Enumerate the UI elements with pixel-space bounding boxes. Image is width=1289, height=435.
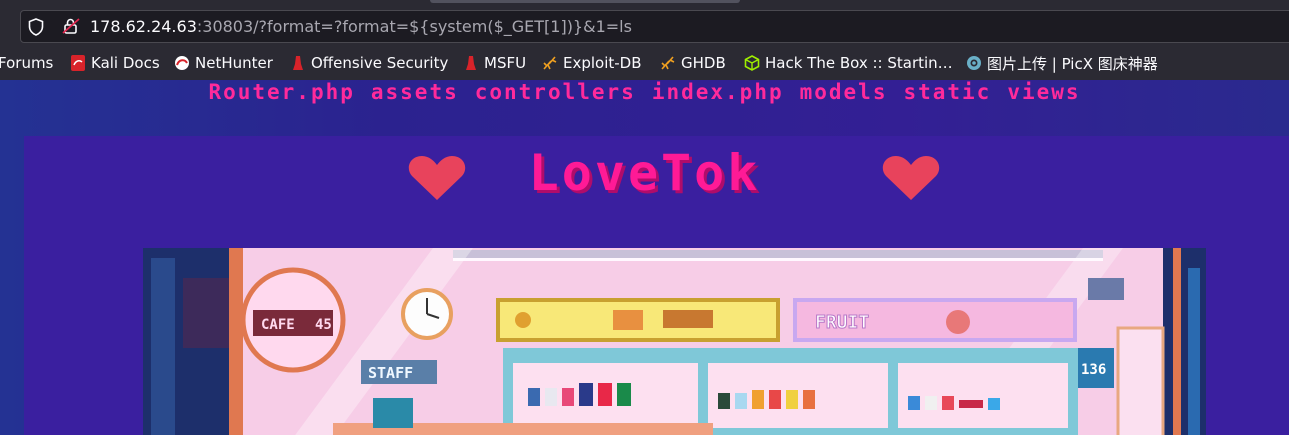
page-content: Router.php assets controllers index.php mode… <box>0 80 1289 435</box>
fruit-sign-text: FRUIT <box>815 312 869 333</box>
kali-docs-icon <box>71 55 85 71</box>
shield-icon[interactable] <box>28 18 44 36</box>
cafe-sign-text: CAFE <box>261 317 295 333</box>
directory-listing-output: Router.php assets controllers index.php mode… <box>0 80 1289 104</box>
tab-edge <box>430 0 740 3</box>
listing-item: assets <box>370 80 459 104</box>
url-path: :30803/?format=?format=${system($_GET[1]… <box>196 17 632 36</box>
bookmark-label: NetHunter <box>195 54 273 72</box>
bookmark-label: 图片上传 | PicX 图床神器 <box>987 54 1158 73</box>
bookmark-label: Offensive Security <box>311 54 449 72</box>
bookmark-hack-the-box[interactable]: Hack The Box :: Startin… <box>744 53 953 73</box>
bookmark-forums[interactable]: Forums <box>0 53 53 73</box>
picx-icon <box>967 56 981 70</box>
listing-item: views <box>1007 80 1081 104</box>
bookmark-msfu[interactable]: MSFU <box>463 53 526 73</box>
bookmark-label: Kali Docs <box>91 54 160 72</box>
listing-item: Router.php <box>208 80 355 104</box>
htb-cube-icon <box>744 55 760 71</box>
bookmark-label: Hack The Box :: Startin… <box>765 54 953 72</box>
heart-icon <box>882 156 940 200</box>
listing-item: static <box>903 80 992 104</box>
listing-item: models <box>799 80 888 104</box>
url-host: 178.62.24.63 <box>90 17 197 36</box>
bookmark-exploit-db[interactable]: Exploit-DB <box>542 53 642 73</box>
bookmark-label: GHDB <box>681 54 726 72</box>
offsec-icon <box>466 56 476 70</box>
nethunter-icon <box>175 56 189 70</box>
insecure-lock-icon[interactable] <box>62 17 80 35</box>
listing-item: controllers <box>474 80 636 104</box>
drink-sign-text: 136 <box>1081 362 1106 378</box>
pixel-art-store-scene: CAFE 45 STAFF FRUIT 136 <box>143 248 1206 435</box>
listing-item: index.php <box>651 80 784 104</box>
bookmark-label: MSFU <box>484 54 527 72</box>
page-title: LoveTok <box>528 144 761 202</box>
bookmark-label: Exploit-DB <box>563 54 642 72</box>
bookmark-label: Forums <box>0 54 54 72</box>
staff-sign-text: STAFF <box>368 364 413 382</box>
bookmark-ghdb[interactable]: GHDB <box>660 53 726 73</box>
bookmark-nethunter[interactable]: NetHunter <box>174 53 273 73</box>
url-text[interactable]: 178.62.24.63:30803/?format=?format=${sys… <box>90 17 632 37</box>
cafe-sign-number: 45 <box>315 317 332 333</box>
offsec-icon <box>293 56 303 70</box>
bookmarks-toolbar: Forums Kali Docs NetHunter Offensive Sec… <box>0 46 1289 80</box>
bookmark-kali-docs[interactable]: Kali Docs <box>70 53 160 73</box>
bookmark-picx[interactable]: 图片上传 | PicX 图床神器 <box>966 53 1158 73</box>
exploitdb-icon <box>661 56 675 70</box>
browser-toolbar: 178.62.24.63:30803/?format=?format=${sys… <box>0 0 1289 46</box>
bookmark-offensive-security[interactable]: Offensive Security <box>290 53 448 73</box>
exploitdb-icon <box>543 56 557 70</box>
